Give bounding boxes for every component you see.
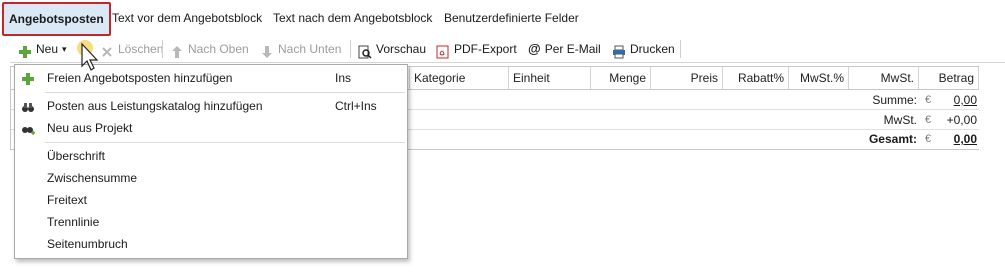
menu-item-catalog-position[interactable]: Posten aus Leistungskatalog hinzufügen C… (15, 95, 407, 117)
print-button-label: Drucken (630, 42, 675, 56)
vat-currency: € (925, 114, 932, 126)
plus-icon (21, 71, 35, 93)
print-button[interactable]: Drucken (612, 36, 675, 62)
at-sign-icon: @ (528, 41, 541, 56)
menu-item-freetext[interactable]: Freitext (15, 189, 407, 211)
total-currency: € (925, 133, 932, 145)
menu-item-label: Freien Angebotsposten hinzufügen (47, 71, 233, 85)
menu-item-pagebreak[interactable]: Seitenumbruch (15, 233, 407, 255)
vat-value: +0,00 (946, 113, 977, 127)
tab-text-vor[interactable]: Text vor dem Angebotsblock (112, 11, 262, 25)
menu-item-shortcut: Ctrl+Ins (335, 99, 377, 113)
delete-button[interactable]: Löschen (100, 36, 163, 62)
delete-icon (100, 42, 114, 57)
arrow-down-icon (260, 42, 274, 58)
menu-item-subtotal[interactable]: Zwischensumme (15, 167, 407, 189)
new-button-label: Neu (36, 42, 59, 56)
email-button-label: Per E-Mail (544, 42, 601, 56)
new-button[interactable]: Neu ▾ (18, 36, 67, 62)
email-button[interactable]: @ Per E-Mail (528, 36, 601, 62)
new-dropdown-menu: Freien Angebotsposten hinzufügen Ins Pos… (14, 64, 408, 259)
toolbar-separator (350, 40, 351, 58)
preview-button[interactable]: Vorschau (358, 36, 426, 62)
move-up-button-label: Nach Oben (188, 42, 249, 56)
menu-item-label: Zwischensumme (47, 171, 138, 185)
column-header-betrag[interactable]: Betrag (919, 67, 979, 89)
column-header-menge[interactable]: Menge (591, 67, 651, 89)
binoculars-plus-icon (21, 121, 35, 143)
sum-currency: € (925, 94, 932, 106)
tab-angebotsposten[interactable]: Angebotsposten (2, 2, 111, 36)
preview-icon (358, 42, 372, 59)
pdf-export-button-label: PDF-Export (454, 42, 517, 56)
menu-item-free-position[interactable]: Freien Angebotsposten hinzufügen Ins (15, 67, 407, 89)
total-value: 0,00 (953, 132, 977, 146)
mouse-cursor-icon (76, 40, 102, 79)
sum-label: Summe: (872, 93, 917, 107)
menu-item-label: Trennlinie (47, 215, 100, 229)
menu-separator (45, 142, 405, 143)
vat-label: MwSt. (883, 113, 917, 127)
toolbar-separator (162, 40, 163, 58)
menu-separator (45, 92, 405, 93)
tab-bar: Angebotsposten Text vor dem Angebotsbloc… (0, 0, 1005, 36)
menu-item-label: Posten aus Leistungskatalog hinzufügen (47, 99, 263, 113)
plus-icon (18, 42, 32, 58)
pdf-export-button[interactable]: PDF-Export (436, 36, 517, 62)
move-down-button[interactable]: Nach Unten (260, 36, 341, 62)
total-label: Gesamt: (868, 132, 917, 146)
move-up-button[interactable]: Nach Oben (170, 36, 249, 62)
pdf-icon (436, 42, 450, 59)
menu-item-heading[interactable]: Überschrift (15, 145, 407, 167)
toolbar: Neu ▾ Löschen Nach Oben Nach Unten Vorsc… (10, 36, 1005, 63)
menu-item-label: Neu aus Projekt (47, 121, 133, 135)
menu-item-label: Überschrift (47, 149, 106, 163)
menu-item-label: Seitenumbruch (47, 237, 128, 251)
dropdown-arrow-icon: ▾ (62, 44, 67, 54)
column-header-mwst-percent[interactable]: MwSt.% (789, 67, 849, 89)
tab-benutzerdefinierte-felder[interactable]: Benutzerdefinierte Felder (444, 11, 579, 25)
menu-item-label: Freitext (47, 193, 88, 207)
menu-item-shortcut: Ins (335, 71, 352, 85)
sum-value: 0,00 (953, 93, 977, 107)
column-header-preis[interactable]: Preis (651, 67, 723, 89)
column-header-kategorie[interactable]: Kategorie (409, 67, 509, 89)
toolbar-separator (680, 40, 681, 58)
column-header-mwst[interactable]: MwSt. (849, 67, 919, 89)
move-down-button-label: Nach Unten (278, 42, 342, 56)
column-header-einheit[interactable]: Einheit (509, 67, 591, 89)
arrow-up-icon (170, 42, 184, 58)
menu-item-divider[interactable]: Trennlinie (15, 211, 407, 233)
delete-button-label: Löschen (118, 42, 164, 56)
column-header-rabatt[interactable]: Rabatt% (723, 67, 789, 89)
tab-text-nach[interactable]: Text nach dem Angebotsblock (273, 11, 432, 25)
preview-button-label: Vorschau (376, 42, 427, 56)
printer-icon (612, 42, 626, 59)
menu-item-from-project[interactable]: Neu aus Projekt (15, 117, 407, 139)
